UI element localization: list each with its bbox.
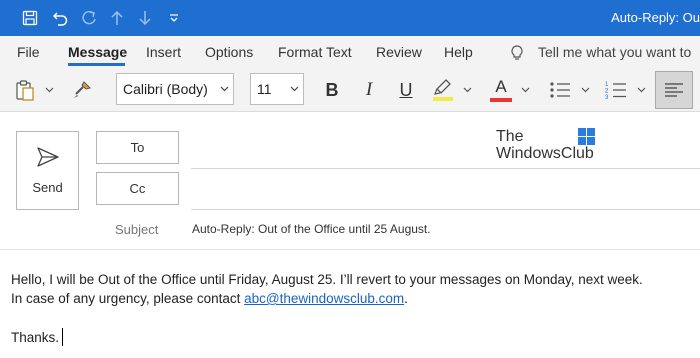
- svg-text:3: 3: [605, 95, 609, 100]
- send-button[interactable]: Send: [16, 131, 79, 210]
- subject-label: Subject: [115, 222, 159, 237]
- chevron-down-icon: [220, 74, 229, 104]
- to-field[interactable]: [191, 168, 700, 169]
- redo-icon[interactable]: [77, 0, 101, 36]
- body-line-1: Hello, I will be Out of the Office until…: [11, 272, 643, 287]
- font-color-letter: A: [495, 77, 507, 96]
- tell-me-text: Tell me what you want to: [538, 44, 692, 60]
- to-button[interactable]: To: [96, 131, 179, 164]
- arrow-up-icon[interactable]: [105, 0, 129, 36]
- title-bar: Auto-Reply: Ou: [0, 0, 700, 36]
- watermark-line2: WindowsClub: [496, 145, 594, 162]
- font-size-value: 11: [257, 81, 272, 97]
- numbering-icon[interactable]: 123: [602, 72, 630, 108]
- body-line-2: In case of any urgency, please contact a…: [11, 291, 408, 306]
- cc-field[interactable]: [191, 209, 700, 210]
- body-line-3: Thanks.: [11, 330, 60, 345]
- tab-insert[interactable]: Insert: [146, 36, 181, 68]
- svg-text:2: 2: [605, 89, 609, 95]
- align-left-button[interactable]: [655, 71, 693, 109]
- font-color-bar: [490, 98, 512, 102]
- send-icon: [37, 147, 59, 167]
- bullets-icon[interactable]: [546, 72, 574, 108]
- text-cursor: [62, 328, 63, 346]
- lightbulb-icon: [511, 45, 523, 60]
- paste-options-chevron-icon[interactable]: [42, 72, 56, 108]
- tab-help[interactable]: Help: [444, 36, 473, 68]
- font-name-select[interactable]: Calibri (Body): [116, 73, 234, 105]
- active-tab-indicator: [68, 63, 125, 66]
- underline-button[interactable]: U: [394, 72, 418, 108]
- windows-logo-icon: [578, 128, 595, 145]
- header-divider: [0, 249, 700, 250]
- undo-icon[interactable]: [48, 0, 72, 36]
- paste-icon[interactable]: [12, 72, 38, 108]
- italic-button[interactable]: I: [357, 72, 381, 108]
- save-icon[interactable]: [18, 0, 42, 36]
- subject-field[interactable]: Auto-Reply: Out of the Office until 25 A…: [192, 222, 431, 236]
- menu-bar: File Message Insert Options Format Text …: [0, 36, 700, 68]
- ribbon: Calibri (Body) 11 B I U A 123: [0, 68, 700, 112]
- email-link[interactable]: abc@thewindowsclub.com: [244, 291, 404, 306]
- tab-review[interactable]: Review: [376, 36, 422, 68]
- tab-format-text[interactable]: Format Text: [278, 36, 352, 68]
- font-color-chevron-icon[interactable]: [518, 72, 532, 108]
- body-line-2-prefix: In case of any urgency, please contact: [11, 291, 245, 306]
- window-title: Auto-Reply: Ou: [611, 10, 700, 25]
- font-name-value: Calibri (Body): [123, 81, 208, 97]
- highlight-chevron-icon[interactable]: [460, 72, 474, 108]
- cc-button[interactable]: Cc: [96, 172, 179, 205]
- bullets-chevron-icon[interactable]: [578, 72, 592, 108]
- tab-options[interactable]: Options: [205, 36, 253, 68]
- highlight-icon[interactable]: [430, 72, 456, 108]
- format-painter-icon[interactable]: [70, 72, 94, 108]
- tab-file[interactable]: File: [17, 36, 40, 68]
- arrow-down-icon[interactable]: [133, 0, 157, 36]
- bold-button[interactable]: B: [320, 72, 344, 108]
- chevron-down-icon: [290, 74, 299, 104]
- font-color-button[interactable]: A: [488, 72, 514, 108]
- numbering-chevron-icon[interactable]: [634, 72, 648, 108]
- customize-quick-access-icon[interactable]: [164, 0, 184, 36]
- font-size-select[interactable]: 11: [250, 73, 304, 105]
- body-line-2-suffix: .: [404, 291, 408, 306]
- send-label: Send: [32, 180, 63, 195]
- svg-text:1: 1: [605, 82, 609, 88]
- align-left-icon: [665, 83, 683, 97]
